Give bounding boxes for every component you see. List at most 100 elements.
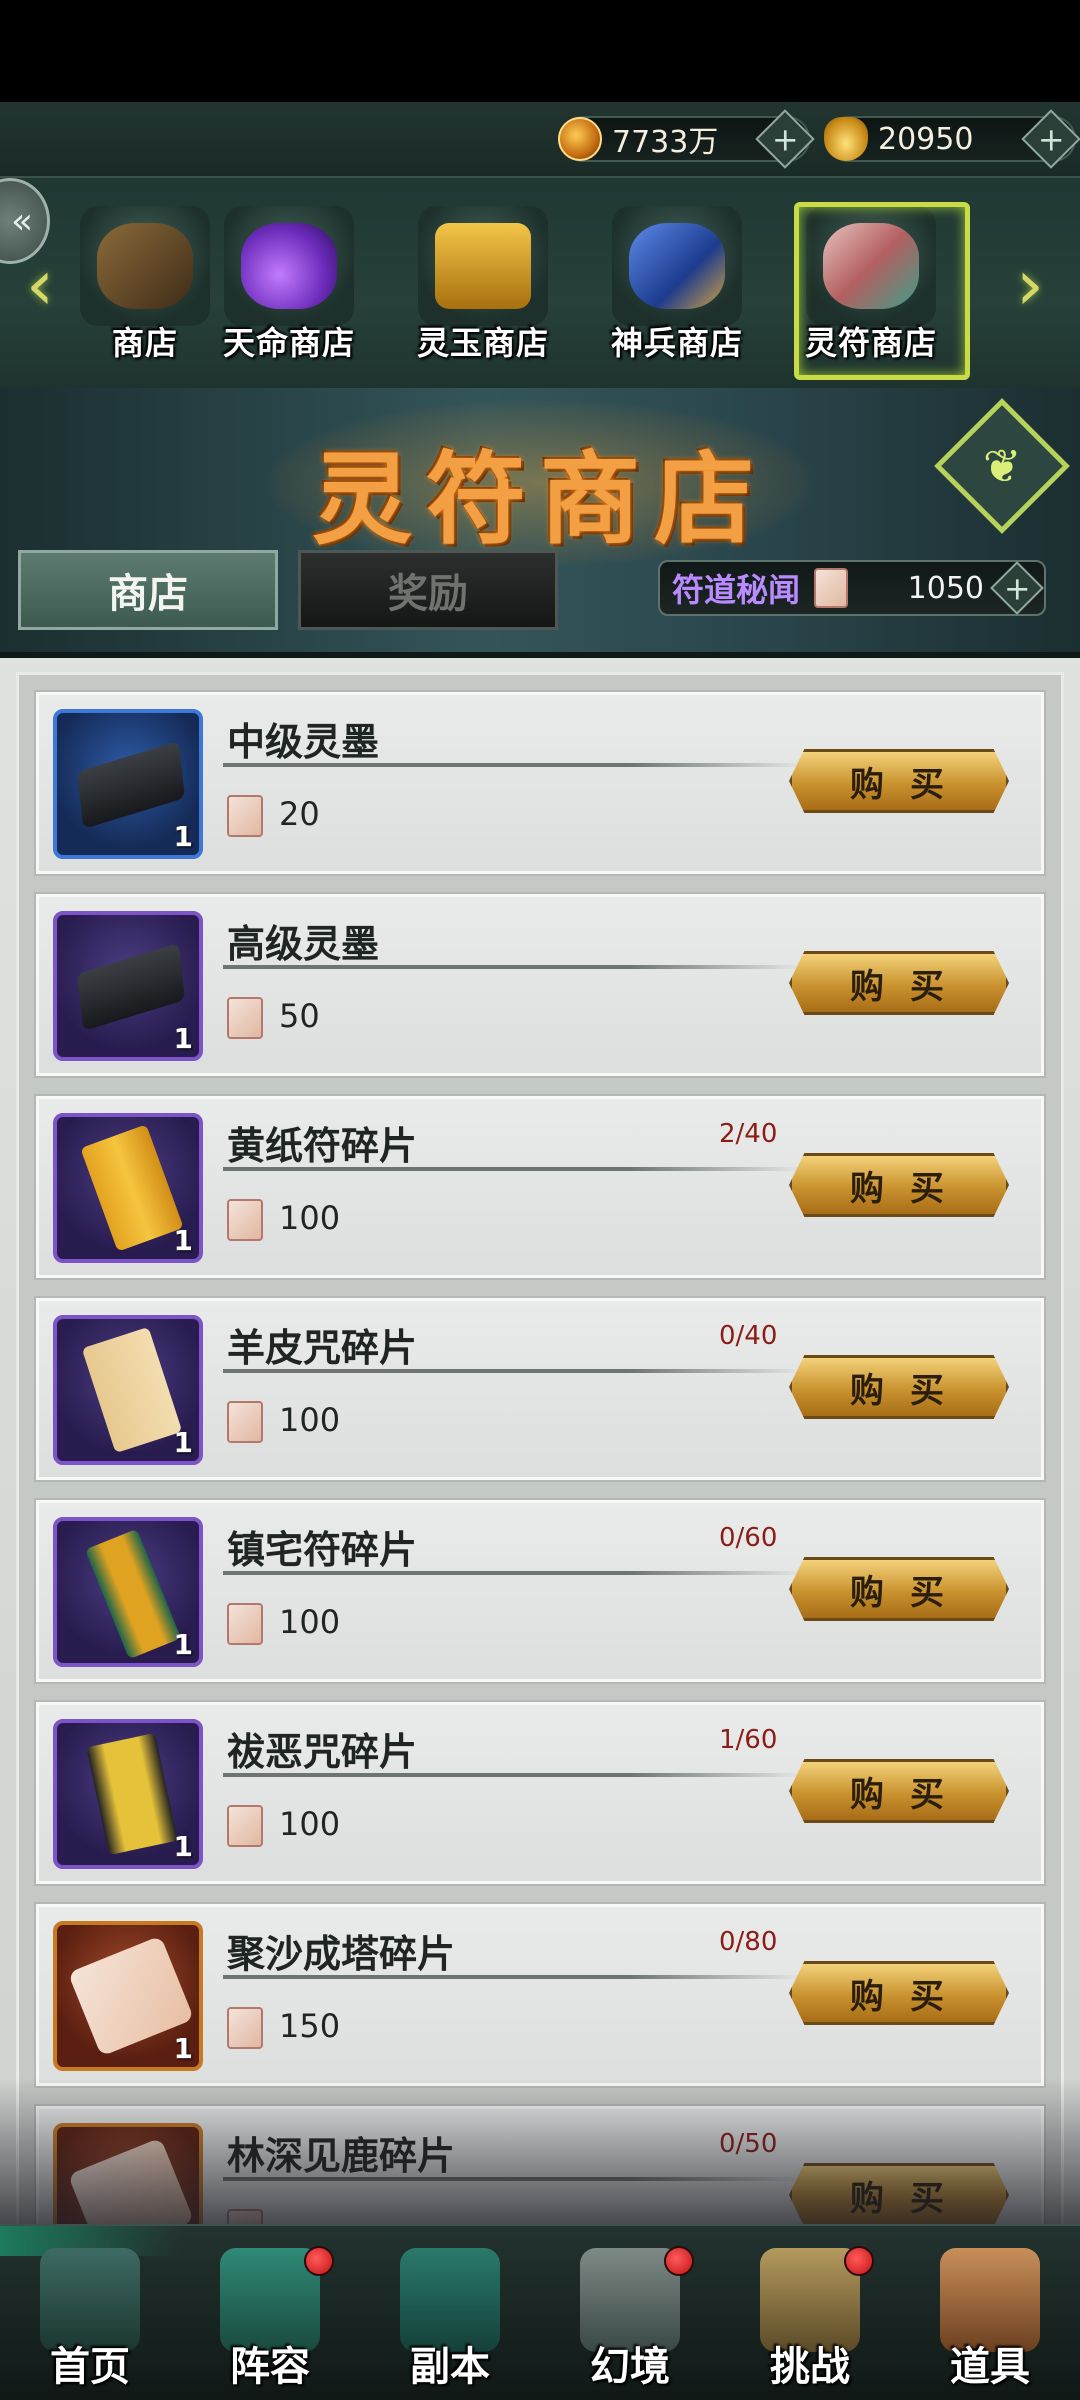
talisman-token-icon	[227, 795, 263, 837]
talisman-token-icon	[227, 1603, 263, 1645]
add-ingot-button[interactable]: +	[1021, 109, 1080, 169]
shop-tab-label: 商店	[111, 324, 178, 362]
ingot-value: 20950	[878, 121, 974, 157]
purchase-limit: 0/60	[719, 1523, 778, 1553]
item-thumbnail[interactable]: 1	[53, 709, 203, 859]
shop-tab-strip: « ‹ 商店 天命商店 灵玉商店 神兵商店 灵符商店 ›	[0, 178, 1080, 388]
buy-button[interactable]: 购买	[789, 1759, 1009, 1823]
nav-home[interactable]: 首页	[0, 2226, 180, 2400]
points-value: 1050	[907, 570, 984, 606]
item-name: 羊皮咒碎片	[227, 1325, 418, 1370]
tab-reward[interactable]: 奖励	[298, 550, 558, 630]
buy-button[interactable]: 购买	[789, 749, 1009, 813]
nav-challenge[interactable]: 挑战	[720, 2226, 900, 2400]
item-name: 黄纸符碎片	[227, 1123, 418, 1168]
item-name: 高级灵墨	[227, 921, 380, 966]
nav-items[interactable]: 道具	[900, 2226, 1080, 2400]
item-quantity: 1	[173, 1022, 193, 1055]
item-thumbnail[interactable]: 1	[53, 1719, 203, 1869]
nav-label: 挑战	[770, 2344, 850, 2390]
item-price: 50	[279, 997, 320, 1035]
item-thumbnail[interactable]: 1	[53, 911, 203, 1061]
list-item: 1 羊皮咒碎片 0/40 100 购买	[34, 1296, 1046, 1482]
item-icon	[81, 1326, 183, 1454]
shop-icon	[80, 206, 210, 326]
list-item: 1 镇宅符碎片 0/60 100 购买	[34, 1498, 1046, 1684]
item-icon	[76, 943, 186, 1031]
shop-tab-weapon[interactable]: 神兵商店	[592, 206, 762, 376]
list-item: 1 中级灵墨 20 购买	[34, 690, 1046, 876]
scroll-right-arrow-icon[interactable]: ›	[1016, 250, 1056, 320]
add-points-button[interactable]: +	[990, 561, 1044, 615]
nav-dungeon[interactable]: 副本	[360, 2226, 540, 2400]
shop-tab-jade[interactable]: 灵玉商店	[398, 206, 568, 376]
talisman-token-icon	[227, 1401, 263, 1443]
shop-banner: 灵符商店 ❦ 商店 奖励 符道秘闻 1050 +	[0, 388, 1080, 658]
coin-display: 7733万 +	[558, 109, 815, 169]
item-price: 150	[279, 2007, 341, 2045]
nav-label: 道具	[950, 2344, 1030, 2390]
item-name: 镇宅符碎片	[227, 1527, 418, 1572]
item-price: 20	[279, 795, 320, 833]
tab-shop[interactable]: 商店	[18, 550, 278, 630]
item-thumbnail[interactable]: 1	[53, 1113, 203, 1263]
item-icon	[76, 741, 186, 829]
status-bar	[0, 0, 1080, 102]
purchase-limit: 2/40	[719, 1119, 778, 1149]
nav-lineup[interactable]: 阵容	[180, 2226, 360, 2400]
purchase-limit: 0/40	[719, 1321, 778, 1351]
nav-label: 阵容	[230, 2344, 310, 2390]
item-quantity: 1	[173, 1628, 193, 1661]
list-item: 1 祓恶咒碎片 1/60 100 购买	[34, 1700, 1046, 1886]
coin-icon	[558, 117, 602, 161]
currency-bar: 7733万 + 20950 +	[0, 102, 1080, 178]
item-thumbnail[interactable]: 1	[53, 1921, 203, 2071]
purchase-limit: 0/80	[719, 1927, 778, 1957]
selected-tab-frame	[794, 202, 970, 380]
shop-tab-talisman[interactable]: 灵符商店	[786, 202, 970, 380]
jade-shop-icon	[418, 206, 548, 326]
buy-button[interactable]: 购买	[789, 1961, 1009, 2025]
back-icon: «	[10, 200, 33, 242]
talisman-points-display: 符道秘闻 1050 +	[658, 560, 1046, 616]
purchase-limit: 1/60	[719, 1725, 778, 1755]
item-quantity: 1	[173, 1426, 193, 1459]
talisman-token-icon	[227, 1805, 263, 1847]
notification-badge	[664, 2246, 694, 2276]
item-quantity: 1	[173, 1224, 193, 1257]
nav-label: 首页	[50, 2344, 130, 2390]
item-name: 聚沙成塔碎片	[227, 1931, 456, 1976]
bottom-nav: 首页 阵容 副本 幻境 挑战 道具	[0, 2224, 1080, 2400]
item-thumbnail[interactable]: 1	[53, 1517, 203, 1667]
points-name: 符道秘闻	[672, 571, 801, 609]
shop-tab-label: 灵玉商店	[416, 324, 549, 362]
talisman-token-icon	[227, 2007, 263, 2049]
item-name: 祓恶咒碎片	[227, 1729, 418, 1774]
buy-button[interactable]: 购买	[789, 1557, 1009, 1621]
buy-button[interactable]: 购买	[789, 951, 1009, 1015]
item-quantity: 1	[173, 820, 193, 853]
weapon-shop-icon	[612, 206, 742, 326]
notification-badge	[304, 2246, 334, 2276]
shop-tab-label: 神兵商店	[610, 324, 743, 362]
list-item: 1 高级灵墨 50 购买	[34, 892, 1046, 1078]
nav-illusion[interactable]: 幻境	[540, 2226, 720, 2400]
page-title: 灵符商店	[312, 440, 768, 558]
ingot-display: 20950 +	[824, 109, 1080, 169]
add-coin-button[interactable]: +	[755, 109, 815, 169]
item-list-area[interactable]: 1 中级灵墨 20 购买 1 高级灵墨 50 购买 1 黄纸符碎片 2/40 100 购买 1 羊皮咒碎片 0…	[0, 658, 1080, 2230]
ingot-icon	[824, 117, 868, 161]
shop-tab-fate[interactable]: 天命商店	[204, 206, 374, 376]
item-quantity: 1	[173, 2032, 193, 2065]
notification-badge	[844, 2246, 874, 2276]
buy-button[interactable]: 购买	[789, 1355, 1009, 1419]
talisman-token-icon	[227, 1199, 263, 1241]
item-icon	[80, 1124, 184, 1252]
fate-shop-icon	[224, 206, 354, 326]
item-name: 中级灵墨	[227, 719, 380, 764]
item-price: 100	[279, 1199, 341, 1237]
buy-button[interactable]: 购买	[789, 1153, 1009, 1217]
coin-value: 7733万	[612, 125, 719, 160]
item-thumbnail[interactable]: 1	[53, 1315, 203, 1465]
nav-label: 副本	[410, 2344, 490, 2390]
